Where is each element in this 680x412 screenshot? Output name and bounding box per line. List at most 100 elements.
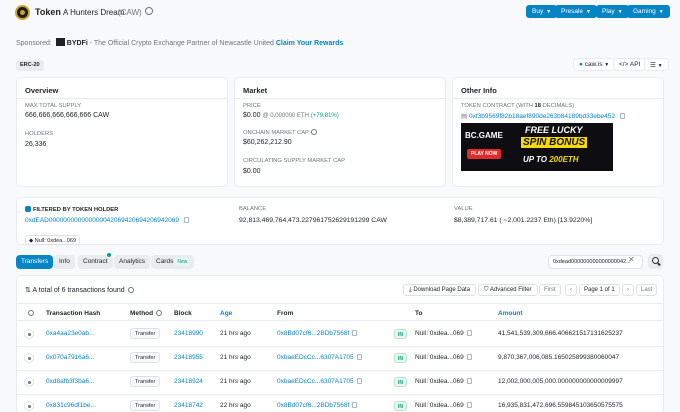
from-cell: 0x8Bd07cf6...2BDb7568f	[277, 402, 358, 409]
prev-page-button[interactable]: ‹	[565, 284, 577, 296]
last-page-button[interactable]: Last	[636, 284, 658, 296]
chevron-down-icon: ▼	[658, 9, 664, 15]
max-supply-label: MAX TOTAL SUPPLY	[25, 103, 82, 109]
gaming-button-label: Gaming	[633, 8, 656, 15]
tx-hash[interactable]: 0xd8afb3f3ba6...	[46, 378, 94, 385]
table-row: 0x831c96df1be... Transfer 23418742 22 hr…	[17, 395, 663, 412]
market-title: Market	[243, 86, 268, 95]
to-address: Null: 0xdea...069	[415, 330, 464, 337]
th-age[interactable]: Age	[220, 310, 232, 317]
chevron-right-icon: ›	[627, 287, 629, 293]
play-button-label: Play	[602, 8, 615, 15]
block-link[interactable]: 23418955	[174, 354, 203, 361]
block-link[interactable]: 23418742	[174, 402, 203, 409]
advanced-filter-label: Advanced Filter	[489, 287, 532, 293]
check-circle-icon[interactable]	[145, 7, 153, 15]
contract-address-link[interactable]: 0xf3b9569f82b18aef890de263b84189bd33ebe4…	[469, 113, 615, 120]
bydfi-logo-icon	[55, 38, 65, 46]
from-address[interactable]: 0xbaeEDcCc...6307A1705	[277, 354, 354, 361]
overview-title: Overview	[25, 86, 59, 95]
contract-label-suffix: DECIMALS)	[541, 103, 575, 109]
from-address[interactable]: 0xbaeEDcCc...6307A1705	[277, 378, 354, 385]
api-pill[interactable]: </> API	[613, 58, 647, 71]
sponsor-text: - The Official Crypto Exchange Partner o…	[87, 40, 276, 47]
mcap-label-text: ONCHAIN MARKET CAP	[243, 130, 309, 136]
tx-hash[interactable]: 0x070a7916a6...	[46, 354, 94, 361]
block-link[interactable]: 23418990	[174, 330, 203, 337]
filter-icon	[25, 206, 31, 212]
copy-icon[interactable]	[352, 330, 358, 336]
ad-line2: SPIN BONUS	[521, 137, 588, 148]
method-badge: Transfer	[130, 328, 161, 339]
tab-cards[interactable]: Cards New	[151, 255, 195, 269]
gaming-button[interactable]: Gaming ▼	[627, 5, 670, 18]
divider	[17, 303, 663, 304]
eye-icon[interactable]	[24, 329, 34, 339]
sponsor-brand[interactable]: BYDFi	[67, 40, 88, 47]
copy-icon[interactable]	[466, 402, 472, 408]
filter-address-link[interactable]: 0xdEAD0000000000000000420694206942069420…	[25, 217, 179, 224]
close-icon[interactable]: ✕	[628, 255, 635, 264]
transactions-card: ⇅ A total of 6 transactions found ⤓ Down…	[16, 275, 664, 412]
token-standard-badge: ERC-20	[16, 60, 44, 71]
tx-hash[interactable]: 0xa4aa23e0ab...	[46, 330, 94, 337]
copy-icon[interactable]	[466, 354, 472, 360]
age: 21 hrs ago	[220, 330, 251, 337]
direction-badge: IN	[394, 353, 407, 363]
website-pill[interactable]: ● caw.is ▼	[573, 58, 616, 71]
block-link[interactable]: 23418924	[174, 378, 203, 385]
copy-icon[interactable]	[356, 354, 362, 360]
eye-icon[interactable]	[24, 377, 34, 387]
tx-hash[interactable]: 0x831c96df1be...	[46, 402, 96, 409]
value-label: VALUE	[454, 206, 473, 212]
copy-icon[interactable]	[619, 113, 625, 119]
tab-info[interactable]: Info	[54, 255, 75, 269]
first-page-button[interactable]: First	[539, 284, 561, 296]
to-cell: Null: 0xdea...069	[415, 354, 472, 361]
code-icon: </>	[619, 61, 629, 68]
download-button[interactable]: ⤓ Download Page Data	[403, 284, 477, 296]
bc-game-ad-banner[interactable]: BC.GAME PLAY NOW FREE LUCKY SPIN BONUS U…	[461, 123, 613, 171]
divider	[17, 98, 227, 99]
column-info-icon	[27, 310, 34, 317]
eye-icon[interactable]	[24, 353, 34, 363]
price-label: PRICE	[243, 103, 261, 109]
age: 22 hrs ago	[220, 402, 251, 409]
divider	[453, 98, 663, 99]
tab-analytics[interactable]: Analytics	[114, 255, 151, 269]
play-button[interactable]: Play ▼	[596, 5, 629, 18]
th-amount[interactable]: Amount	[498, 310, 523, 317]
advanced-filter-button[interactable]: ⛉ Advanced Filter	[478, 284, 538, 296]
filter-title: FILTERED BY TOKEN HOLDER	[25, 206, 118, 213]
from-address[interactable]: 0x8Bd07cf6...2BDb7568f	[277, 402, 349, 409]
to-address: Null: 0xdea...069	[415, 402, 464, 409]
search-button[interactable]	[648, 254, 663, 269]
buy-button[interactable]: Buy ▼	[526, 5, 558, 18]
th-block: Block	[174, 310, 192, 317]
eye-icon[interactable]	[24, 401, 34, 411]
info-icon[interactable]	[155, 310, 162, 316]
amount: 12,002,000,005,000.000000000000009997	[498, 378, 623, 385]
copy-icon[interactable]	[466, 330, 472, 336]
overview-card: Overview MAX TOTAL SUPPLY 666,666,666,66…	[16, 77, 228, 187]
copy-icon[interactable]	[352, 402, 358, 408]
to-address: Null: 0xdea...069	[415, 378, 464, 385]
sponsor-link[interactable]: Claim Your Rewards	[276, 40, 343, 47]
next-page-button[interactable]: ›	[622, 284, 634, 296]
method-badge: Transfer	[130, 352, 161, 363]
info-icon[interactable]	[311, 129, 318, 135]
copy-icon[interactable]	[183, 217, 189, 223]
filter-funnel-icon: ⛉	[484, 287, 489, 293]
direction-badge: IN	[394, 401, 407, 411]
info-icon[interactable]	[127, 287, 134, 293]
download-icon: ⤓	[409, 287, 412, 293]
verified-check-icon	[106, 252, 112, 258]
more-options-pill[interactable]: ☰ ▼	[644, 58, 669, 71]
presale-button[interactable]: Presale ▼	[555, 5, 597, 18]
tab-transfers[interactable]: Transfers	[16, 255, 54, 269]
copy-icon[interactable]	[466, 378, 472, 384]
holders-value: 26,336	[25, 141, 47, 148]
from-address[interactable]: 0x8Bd07cf6...2BDb7568f	[277, 330, 349, 337]
copy-icon[interactable]	[356, 378, 362, 384]
ad-play-now-button[interactable]: PLAY NOW	[467, 149, 502, 159]
